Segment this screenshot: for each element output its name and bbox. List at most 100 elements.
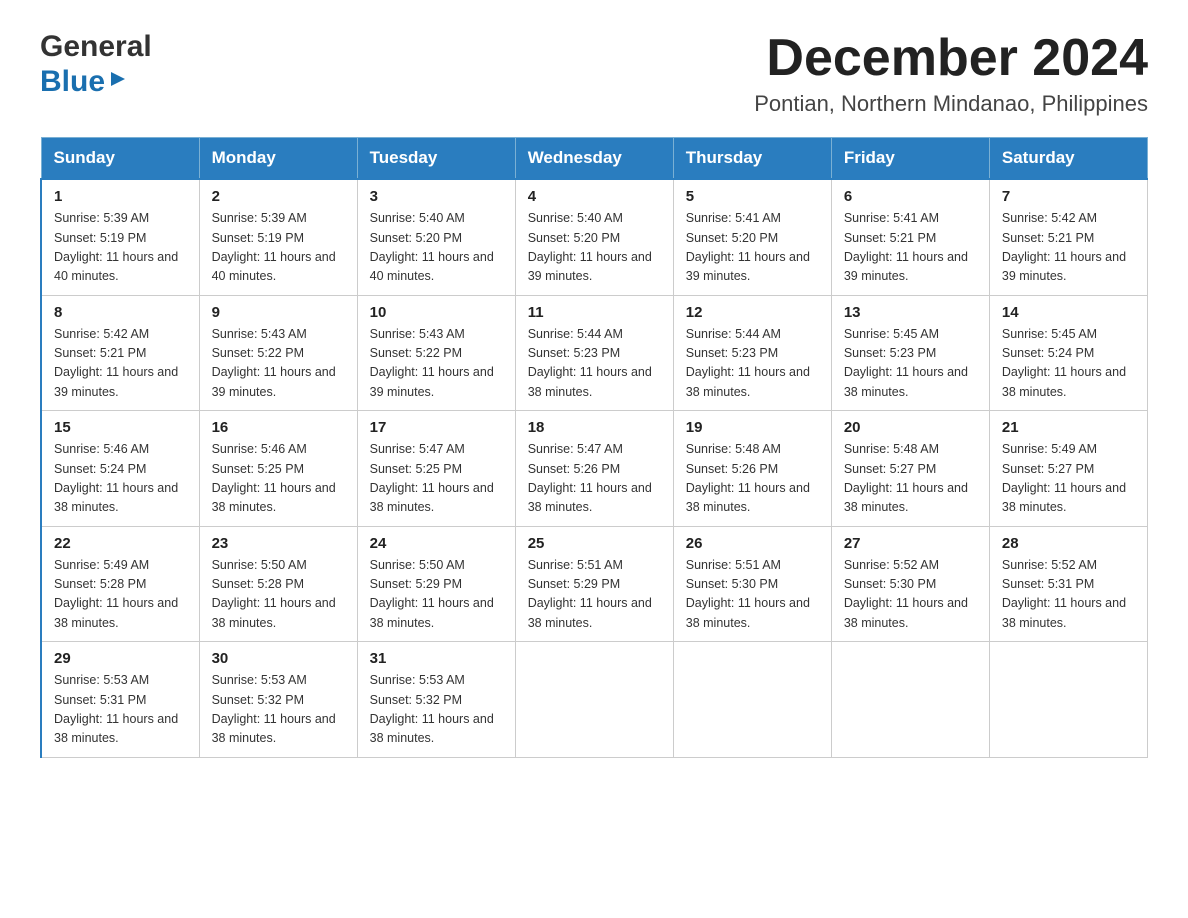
logo-triangle-icon: [109, 70, 127, 92]
daylight-label: Daylight: 11 hours and 40 minutes.: [370, 250, 494, 283]
day-info: Sunrise: 5:45 AM Sunset: 5:24 PM Dayligh…: [1002, 325, 1135, 403]
sunrise-label: Sunrise: 5:46 AM: [54, 442, 149, 456]
col-wednesday: Wednesday: [515, 138, 673, 180]
day-info: Sunrise: 5:39 AM Sunset: 5:19 PM Dayligh…: [212, 209, 345, 287]
col-monday: Monday: [199, 138, 357, 180]
daylight-label: Daylight: 11 hours and 40 minutes.: [212, 250, 336, 283]
calendar-cell: 11 Sunrise: 5:44 AM Sunset: 5:23 PM Dayl…: [515, 295, 673, 411]
day-number: 5: [686, 188, 819, 205]
sunset-label: Sunset: 5:22 PM: [212, 346, 304, 360]
day-info: Sunrise: 5:40 AM Sunset: 5:20 PM Dayligh…: [528, 209, 661, 287]
sunrise-label: Sunrise: 5:40 AM: [370, 211, 465, 225]
day-number: 14: [1002, 304, 1135, 321]
calendar-cell: 28 Sunrise: 5:52 AM Sunset: 5:31 PM Dayl…: [989, 526, 1147, 642]
sunrise-label: Sunrise: 5:44 AM: [528, 327, 623, 341]
calendar-cell: 2 Sunrise: 5:39 AM Sunset: 5:19 PM Dayli…: [199, 179, 357, 295]
day-number: 22: [54, 535, 187, 552]
calendar-table: Sunday Monday Tuesday Wednesday Thursday…: [40, 137, 1148, 758]
calendar-cell: 20 Sunrise: 5:48 AM Sunset: 5:27 PM Dayl…: [831, 411, 989, 527]
day-number: 11: [528, 304, 661, 321]
day-number: 17: [370, 419, 503, 436]
day-number: 8: [54, 304, 187, 321]
calendar-cell: 27 Sunrise: 5:52 AM Sunset: 5:30 PM Dayl…: [831, 526, 989, 642]
day-info: Sunrise: 5:53 AM Sunset: 5:32 PM Dayligh…: [370, 671, 503, 749]
sunset-label: Sunset: 5:20 PM: [686, 231, 778, 245]
day-number: 31: [370, 650, 503, 667]
calendar-cell: 7 Sunrise: 5:42 AM Sunset: 5:21 PM Dayli…: [989, 179, 1147, 295]
daylight-label: Daylight: 11 hours and 38 minutes.: [1002, 596, 1126, 629]
day-info: Sunrise: 5:49 AM Sunset: 5:28 PM Dayligh…: [54, 556, 187, 634]
calendar-cell: 13 Sunrise: 5:45 AM Sunset: 5:23 PM Dayl…: [831, 295, 989, 411]
location-subtitle: Pontian, Northern Mindanao, Philippines: [754, 91, 1148, 117]
sunrise-label: Sunrise: 5:52 AM: [1002, 558, 1097, 572]
day-number: 26: [686, 535, 819, 552]
sunset-label: Sunset: 5:32 PM: [370, 693, 462, 707]
sunrise-label: Sunrise: 5:50 AM: [212, 558, 307, 572]
sunrise-label: Sunrise: 5:46 AM: [212, 442, 307, 456]
col-friday: Friday: [831, 138, 989, 180]
sunset-label: Sunset: 5:25 PM: [212, 462, 304, 476]
daylight-label: Daylight: 11 hours and 38 minutes.: [686, 365, 810, 398]
sunset-label: Sunset: 5:21 PM: [1002, 231, 1094, 245]
calendar-cell: 6 Sunrise: 5:41 AM Sunset: 5:21 PM Dayli…: [831, 179, 989, 295]
day-info: Sunrise: 5:42 AM Sunset: 5:21 PM Dayligh…: [1002, 209, 1135, 287]
calendar-cell: 29 Sunrise: 5:53 AM Sunset: 5:31 PM Dayl…: [41, 642, 199, 758]
calendar-cell: 25 Sunrise: 5:51 AM Sunset: 5:29 PM Dayl…: [515, 526, 673, 642]
sunset-label: Sunset: 5:29 PM: [528, 577, 620, 591]
sunset-label: Sunset: 5:19 PM: [54, 231, 146, 245]
day-info: Sunrise: 5:44 AM Sunset: 5:23 PM Dayligh…: [686, 325, 819, 403]
daylight-label: Daylight: 11 hours and 38 minutes.: [212, 481, 336, 514]
day-number: 21: [1002, 419, 1135, 436]
sunrise-label: Sunrise: 5:49 AM: [1002, 442, 1097, 456]
day-info: Sunrise: 5:50 AM Sunset: 5:28 PM Dayligh…: [212, 556, 345, 634]
daylight-label: Daylight: 11 hours and 38 minutes.: [370, 596, 494, 629]
calendar-cell: 22 Sunrise: 5:49 AM Sunset: 5:28 PM Dayl…: [41, 526, 199, 642]
day-info: Sunrise: 5:43 AM Sunset: 5:22 PM Dayligh…: [212, 325, 345, 403]
calendar-cell: 10 Sunrise: 5:43 AM Sunset: 5:22 PM Dayl…: [357, 295, 515, 411]
sunrise-label: Sunrise: 5:42 AM: [1002, 211, 1097, 225]
sunset-label: Sunset: 5:24 PM: [1002, 346, 1094, 360]
day-number: 2: [212, 188, 345, 205]
sunrise-label: Sunrise: 5:42 AM: [54, 327, 149, 341]
page-header: General Blue December 2024 Pontian, Nort…: [40, 30, 1148, 117]
calendar-cell: 15 Sunrise: 5:46 AM Sunset: 5:24 PM Dayl…: [41, 411, 199, 527]
daylight-label: Daylight: 11 hours and 38 minutes.: [686, 481, 810, 514]
calendar-week-row: 1 Sunrise: 5:39 AM Sunset: 5:19 PM Dayli…: [41, 179, 1148, 295]
sunset-label: Sunset: 5:23 PM: [686, 346, 778, 360]
sunset-label: Sunset: 5:24 PM: [54, 462, 146, 476]
logo: General Blue: [40, 30, 152, 99]
sunrise-label: Sunrise: 5:48 AM: [686, 442, 781, 456]
calendar-cell: 8 Sunrise: 5:42 AM Sunset: 5:21 PM Dayli…: [41, 295, 199, 411]
day-number: 30: [212, 650, 345, 667]
daylight-label: Daylight: 11 hours and 38 minutes.: [1002, 365, 1126, 398]
sunset-label: Sunset: 5:22 PM: [370, 346, 462, 360]
sunset-label: Sunset: 5:32 PM: [212, 693, 304, 707]
sunrise-label: Sunrise: 5:45 AM: [1002, 327, 1097, 341]
calendar-cell: 12 Sunrise: 5:44 AM Sunset: 5:23 PM Dayl…: [673, 295, 831, 411]
day-number: 4: [528, 188, 661, 205]
day-number: 6: [844, 188, 977, 205]
calendar-cell: 31 Sunrise: 5:53 AM Sunset: 5:32 PM Dayl…: [357, 642, 515, 758]
day-number: 18: [528, 419, 661, 436]
calendar-cell: 5 Sunrise: 5:41 AM Sunset: 5:20 PM Dayli…: [673, 179, 831, 295]
daylight-label: Daylight: 11 hours and 39 minutes.: [370, 365, 494, 398]
daylight-label: Daylight: 11 hours and 38 minutes.: [1002, 481, 1126, 514]
sunrise-label: Sunrise: 5:52 AM: [844, 558, 939, 572]
sunrise-label: Sunrise: 5:44 AM: [686, 327, 781, 341]
sunset-label: Sunset: 5:20 PM: [528, 231, 620, 245]
col-sunday: Sunday: [41, 138, 199, 180]
title-area: December 2024 Pontian, Northern Mindanao…: [754, 30, 1148, 117]
daylight-label: Daylight: 11 hours and 38 minutes.: [54, 596, 178, 629]
sunset-label: Sunset: 5:29 PM: [370, 577, 462, 591]
calendar-cell: 26 Sunrise: 5:51 AM Sunset: 5:30 PM Dayl…: [673, 526, 831, 642]
sunrise-label: Sunrise: 5:53 AM: [54, 673, 149, 687]
day-info: Sunrise: 5:53 AM Sunset: 5:32 PM Dayligh…: [212, 671, 345, 749]
day-number: 24: [370, 535, 503, 552]
sunset-label: Sunset: 5:20 PM: [370, 231, 462, 245]
day-info: Sunrise: 5:43 AM Sunset: 5:22 PM Dayligh…: [370, 325, 503, 403]
logo-general-text: General: [40, 30, 152, 65]
day-number: 3: [370, 188, 503, 205]
daylight-label: Daylight: 11 hours and 39 minutes.: [1002, 250, 1126, 283]
day-number: 27: [844, 535, 977, 552]
col-thursday: Thursday: [673, 138, 831, 180]
